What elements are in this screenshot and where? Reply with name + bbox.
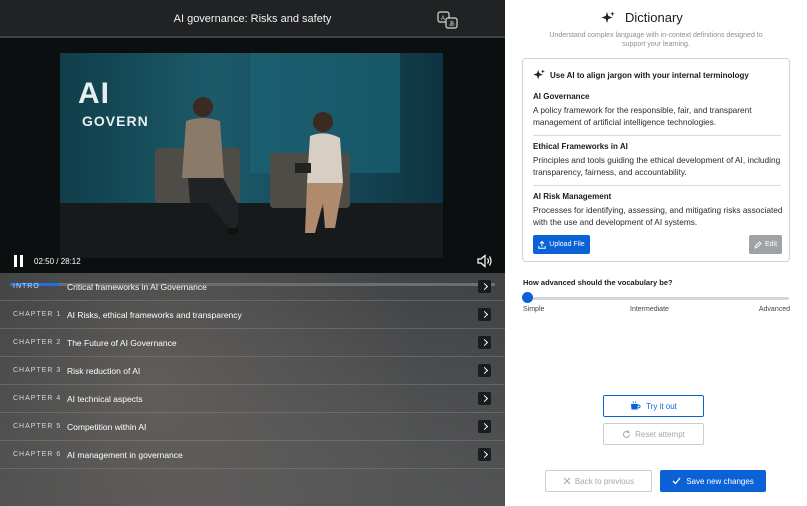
refresh-icon [623, 429, 631, 438]
vocabulary-slider[interactable] [527, 297, 789, 300]
level-advanced: Advanced [758, 306, 790, 313]
terminology-card: Use AI to align jargon with your interna… [522, 58, 790, 262]
chevron-right-icon[interactable] [478, 392, 491, 405]
sparkle-icon [601, 11, 615, 23]
edit-label: Edit [764, 241, 778, 248]
try-it-out-button[interactable]: Try it out [603, 395, 704, 417]
dictionary-subtitle: Understand complex language with in-cont… [549, 32, 763, 48]
term-entry: Ethical Frameworks in AI Principles and … [533, 142, 783, 178]
chapter-code: CHAPTER 2 [13, 339, 62, 346]
save-new-changes-label: Save new changes [686, 476, 754, 486]
player-controls: 02:50 / 28:12 [0, 250, 505, 273]
pause-icon[interactable] [14, 255, 24, 267]
video-player-pane: AI governance: Risks and safety A あ AI G… [0, 0, 505, 506]
vocabulary-slider-handle[interactable] [522, 292, 533, 303]
card-heading-label: Use AI to align jargon with your interna… [550, 71, 749, 80]
sparkle-icon [533, 69, 545, 80]
level-simple: Simple [523, 306, 545, 313]
level-intermediate: Intermediate [630, 306, 669, 313]
chapter-title: Risk reduction of AI [67, 365, 141, 376]
chevron-right-icon[interactable] [478, 280, 491, 293]
chapter-title: The Future of AI Governance [67, 337, 177, 348]
upload-file-label: Upload File [549, 241, 585, 248]
chevron-right-icon[interactable] [478, 420, 491, 433]
checkmark-icon [672, 477, 681, 485]
term-name: AI Governance [533, 92, 590, 101]
coffee-cup-icon [631, 401, 641, 410]
svg-text:A: A [441, 16, 445, 22]
chapter-row[interactable]: CHAPTER 1 AI Risks, ethical frameworks a… [0, 301, 505, 329]
edit-button[interactable]: Edit [749, 235, 782, 254]
term-definition: Principles and tools guiding the ethical… [533, 155, 781, 177]
term-definition: Processes for identifying, assessing, an… [533, 205, 783, 227]
reset-attempt-button[interactable]: Reset attempt [603, 423, 704, 445]
speaker-left [182, 97, 238, 234]
video-frame: AI GOVERN [60, 53, 443, 258]
dictionary-title: Dictionary [625, 10, 683, 25]
card-heading: Use AI to align jargon with your interna… [533, 69, 783, 83]
upload-icon [538, 240, 546, 249]
chapter-title: AI technical aspects [67, 393, 143, 404]
dictionary-panel: Dictionary Understand complex language w… [505, 0, 807, 506]
chapter-row[interactable]: CHAPTER 5 Competition within AI [0, 413, 505, 441]
term-name: AI Risk Management [533, 192, 612, 201]
chapter-row[interactable]: CHAPTER 3 Risk reduction of AI [0, 357, 505, 385]
chapter-code: CHAPTER 6 [13, 451, 62, 458]
chapter-title: Competition within AI [67, 421, 147, 432]
poster-text-ai: AI [78, 77, 110, 110]
chapter-row[interactable]: CHAPTER 4 AI technical aspects [0, 385, 505, 413]
close-icon [563, 477, 571, 485]
speaker-right [295, 112, 343, 233]
chapter-code: INTRO [13, 283, 40, 290]
video-area[interactable]: AI GOVERN [0, 38, 505, 286]
pencil-icon [754, 240, 762, 249]
chapter-title: Critical frameworks in AI Governance [67, 281, 207, 292]
try-it-out-label: Try it out [646, 401, 677, 411]
reset-attempt-label: Reset attempt [635, 429, 685, 439]
chevron-right-icon[interactable] [478, 308, 491, 321]
chapter-row[interactable]: INTRO Critical frameworks in AI Governan… [0, 273, 505, 301]
chapter-title: AI management in governance [67, 449, 183, 460]
term-entry: AI Risk Management Processes for identif… [533, 192, 783, 228]
chapter-row[interactable]: CHAPTER 6 AI management in governance [0, 441, 505, 469]
chapter-code: CHAPTER 5 [13, 423, 62, 430]
chapter-code: CHAPTER 4 [13, 395, 62, 402]
upload-file-button[interactable]: Upload File [533, 235, 590, 254]
poster-text-govern: GOVERN [82, 113, 149, 129]
divider [533, 185, 781, 186]
chapter-list: INTRO Critical frameworks in AI Governan… [0, 273, 505, 469]
chapter-row[interactable]: CHAPTER 2 The Future of AI Governance [0, 329, 505, 357]
vocabulary-question: How advanced should the vocabulary be? [523, 278, 673, 287]
term-definition: A policy framework for the responsible, … [533, 105, 752, 127]
player-top-bar: AI governance: Risks and safety A あ [0, 0, 505, 38]
dictionary-header: Dictionary [505, 8, 807, 28]
term-name: Ethical Frameworks in AI [533, 142, 628, 151]
back-to-previous-button[interactable]: Back to previous [545, 470, 652, 492]
save-new-changes-button[interactable]: Save new changes [660, 470, 766, 492]
chapter-title: AI Risks, ethical frameworks and transpa… [67, 309, 242, 320]
chevron-right-icon[interactable] [478, 448, 491, 461]
chapter-code: CHAPTER 1 [13, 311, 62, 318]
playback-time: 02:50 / 28:12 [34, 257, 81, 266]
chapter-code: CHAPTER 3 [13, 367, 62, 374]
volume-icon[interactable] [477, 254, 493, 268]
chevron-right-icon[interactable] [478, 336, 491, 349]
back-to-previous-label: Back to previous [574, 476, 635, 486]
divider [533, 135, 781, 136]
video-title: AI governance: Risks and safety [173, 13, 332, 25]
chevron-right-icon[interactable] [478, 364, 491, 377]
svg-text:あ: あ [449, 21, 455, 28]
term-entry: AI Governance A policy framework for the… [533, 92, 783, 128]
translate-icon[interactable]: A あ [437, 11, 459, 29]
